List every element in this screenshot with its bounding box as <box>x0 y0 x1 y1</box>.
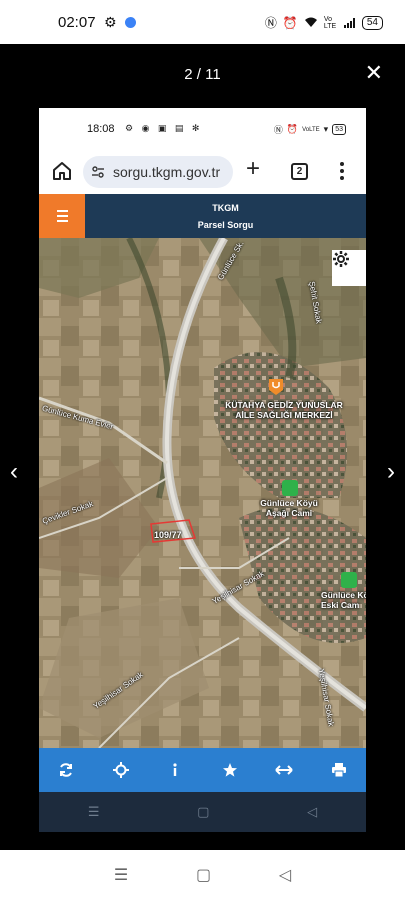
inner-home-icon[interactable]: ▢ <box>197 804 209 820</box>
alarm-icon: ⏰ <box>282 15 298 30</box>
home-icon[interactable] <box>51 160 73 182</box>
url-text: sorgu.tkgm.gov.tr <box>113 164 221 180</box>
wifi-icon <box>304 17 317 27</box>
map-settings-gear-icon[interactable] <box>332 250 366 286</box>
poi-health-center-label[interactable]: KÜTAHYA GEDİZ YUNUSLAR AİLE SAĞLIĞI MERK… <box>204 400 364 420</box>
mosque-icon[interactable] <box>282 480 298 496</box>
hamburger-menu-icon[interactable] <box>39 194 85 238</box>
next-image-chevron-icon[interactable]: › <box>387 458 395 486</box>
poi-old-mosque-label[interactable]: Günlüce Kö Eski Cam <box>321 590 366 610</box>
app-notification-icon <box>125 17 136 28</box>
settings-status-icon: ⚙ <box>104 14 117 30</box>
outer-status-icons: Ⓝ ⏰ Vo LTE 54 <box>265 14 383 31</box>
inner-nfc-icon: Ⓝ <box>273 125 283 135</box>
poi-health-center-line2: AİLE SAĞLIĞI MERKEZİ <box>235 410 333 420</box>
tab-switcher-button[interactable]: 2 <box>291 163 308 180</box>
outer-clock: 02:07 <box>58 14 96 31</box>
close-icon[interactable]: ✕ <box>365 62 383 84</box>
nfc-icon: Ⓝ <box>264 16 277 30</box>
locate-icon[interactable] <box>107 756 135 784</box>
inner-network-type: VoLTE <box>302 126 320 133</box>
inner-wifi-icon: ▾ <box>323 124 329 134</box>
measure-icon[interactable] <box>270 756 298 784</box>
site-settings-icon[interactable] <box>91 165 105 179</box>
print-icon[interactable] <box>325 756 353 784</box>
embedded-screenshot: 18:08 ⚙ ◉ ▣ ▤ ✻ Ⓝ ⏰ VoLTE ▾ 53 sorgu.tkg… <box>39 108 366 832</box>
inner-notification-icons: ⚙ ◉ ▣ ▤ ✻ <box>125 123 203 133</box>
health-center-icon[interactable] <box>268 378 284 396</box>
inner-status-icons: Ⓝ ⏰ VoLTE ▾ 53 <box>274 123 346 136</box>
inner-back-icon[interactable]: ◁ <box>307 804 317 820</box>
battery-indicator: 54 <box>361 15 383 30</box>
address-bar[interactable]: sorgu.tkgm.gov.tr <box>83 156 233 188</box>
inner-recents-icon[interactable]: ☰ <box>88 804 100 820</box>
outer-navigation-bar: ☰ ▢ ◁ <box>0 850 405 900</box>
app-subtitle: Parsel Sorgu <box>197 220 254 230</box>
browser-menu-icon[interactable] <box>339 162 345 182</box>
poi-old-mosque-line2: Eski Cam <box>321 600 360 610</box>
parcel-number-label[interactable]: 109/77 <box>154 530 182 540</box>
previous-image-chevron-icon[interactable]: ‹ <box>10 458 18 486</box>
image-counter: 2 / 11 <box>184 66 221 83</box>
signal-icon <box>343 17 355 28</box>
back-icon[interactable]: ◁ <box>279 865 291 885</box>
inner-status-bar: 18:08 ⚙ ◉ ▣ ▤ ✻ Ⓝ ⏰ VoLTE ▾ 53 <box>39 108 366 148</box>
refresh-icon[interactable] <box>52 756 80 784</box>
poi-health-center-line1: KÜTAHYA GEDİZ YUNUSLAR <box>225 400 343 410</box>
new-tab-plus-icon[interactable]: + <box>246 157 260 181</box>
outer-status-bar: 02:07 ⚙ Ⓝ ⏰ Vo LTE 54 <box>0 0 405 44</box>
home-icon[interactable]: ▢ <box>196 865 211 885</box>
poi-old-mosque-line1: Günlüce Kö <box>321 590 366 600</box>
map-toolbar <box>39 748 366 792</box>
inner-battery-indicator: 53 <box>332 124 346 135</box>
inner-navigation-bar: ☰ ▢ ◁ <box>39 792 366 832</box>
browser-toolbar: sorgu.tkgm.gov.tr + 2 <box>39 148 366 194</box>
poi-mosque-label[interactable]: Günlüce Köyü Aşağı Cami <box>239 498 339 518</box>
poi-mosque-line1: Günlüce Köyü <box>260 498 318 508</box>
app-header: TKGM Parsel Sorgu <box>39 194 366 238</box>
inner-clock: 18:08 <box>87 123 115 135</box>
satellite-map[interactable]: Günlüce Sk. Şehit Sokak Günlüce Kuma Evl… <box>39 238 366 748</box>
mosque-icon[interactable] <box>341 572 357 588</box>
recents-icon[interactable]: ☰ <box>114 865 128 885</box>
star-icon[interactable] <box>216 756 244 784</box>
inner-alarm-icon: ⏰ <box>286 124 299 134</box>
network-type: Vo LTE <box>323 15 337 30</box>
app-title: TKGM <box>212 203 239 213</box>
info-icon[interactable] <box>161 756 189 784</box>
poi-mosque-line2: Aşağı Cami <box>265 508 313 518</box>
